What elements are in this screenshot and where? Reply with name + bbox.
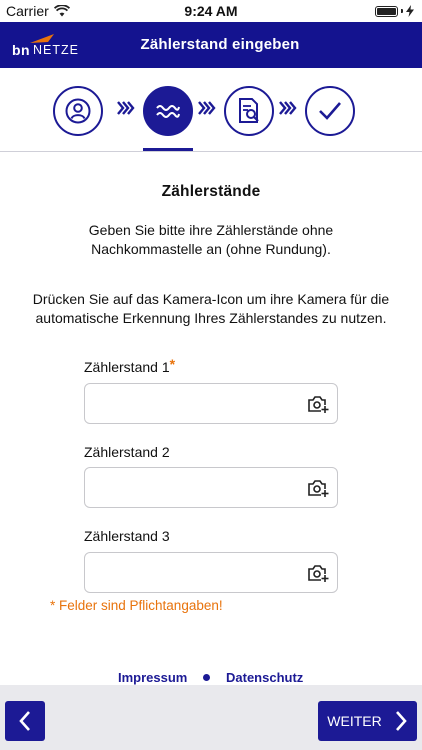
intro-text: Geben Sie bitte ihre Zählerstände ohne N… [88, 222, 334, 257]
active-step-indicator [143, 148, 193, 151]
status-bar: Carrier 9:24 AM [0, 0, 422, 22]
step-review[interactable] [224, 86, 274, 136]
meter-reading-input-2[interactable] [95, 476, 295, 500]
camera-add-icon [308, 565, 329, 582]
separator-dot [203, 674, 210, 681]
impressum-link[interactable]: Impressum [118, 670, 187, 685]
user-icon [65, 98, 91, 124]
chevron-right-icon [395, 711, 407, 731]
meter-reading-field-2 [84, 467, 338, 508]
logo-netze-text: NETZE [33, 43, 79, 57]
step-chevrons-icon [279, 101, 297, 115]
camera-button-2[interactable] [307, 478, 329, 498]
battery-indicator [375, 5, 414, 17]
meter-wave-icon [156, 105, 180, 118]
field-label-1: Zählerstand 1* [84, 356, 176, 375]
meter-reading-input-3[interactable] [95, 561, 295, 585]
step-chevrons-icon [198, 101, 216, 115]
field-label-text: Zählerstand 2 [84, 444, 170, 460]
charging-bolt-icon [406, 5, 414, 17]
chevron-left-icon [19, 711, 30, 731]
bn-netze-logo: bn NETZE [12, 34, 84, 58]
field-label-text: Zählerstand 3 [84, 528, 170, 544]
checkmark-icon [319, 102, 341, 120]
section-title: Zählerstände [161, 183, 261, 200]
bottom-nav-bar: WEITER [0, 685, 422, 750]
field-label-2: Zählerstand 2 [84, 444, 170, 460]
logo-bn-text: bn [12, 42, 31, 58]
step-meter-reading[interactable] [143, 86, 193, 136]
field-label-3: Zählerstand 3 [84, 528, 170, 544]
datenschutz-link[interactable]: Datenschutz [226, 670, 303, 685]
camera-hint-text: Drücken Sie auf das Kamera-Icon um ihre … [32, 291, 390, 326]
battery-icon [375, 5, 398, 17]
step-confirm[interactable] [305, 86, 355, 136]
camera-button-3[interactable] [307, 563, 329, 583]
clock: 9:24 AM [184, 3, 238, 19]
camera-button-1[interactable] [307, 394, 329, 414]
meter-reading-field-3 [84, 552, 338, 593]
back-button[interactable] [5, 701, 45, 741]
required-marker: * [169, 356, 176, 372]
camera-add-icon [308, 396, 329, 413]
required-fields-note: * Felder sind Pflichtangaben! [50, 598, 223, 613]
meter-reading-input-1[interactable] [95, 392, 295, 416]
step-chevrons-icon [117, 101, 135, 115]
next-button-label: WEITER [327, 713, 382, 729]
progress-stepper [0, 68, 422, 152]
field-label-text: Zählerstand 1 [84, 359, 170, 375]
document-search-icon [239, 98, 259, 123]
camera-add-icon [308, 480, 329, 497]
page-title: Zählerstand eingeben [140, 36, 300, 53]
meter-reading-field-1 [84, 383, 338, 424]
app-header: bn NETZE Zählerstand eingeben [0, 22, 422, 68]
step-personal-data[interactable] [53, 86, 103, 136]
next-button[interactable]: WEITER [318, 701, 417, 741]
